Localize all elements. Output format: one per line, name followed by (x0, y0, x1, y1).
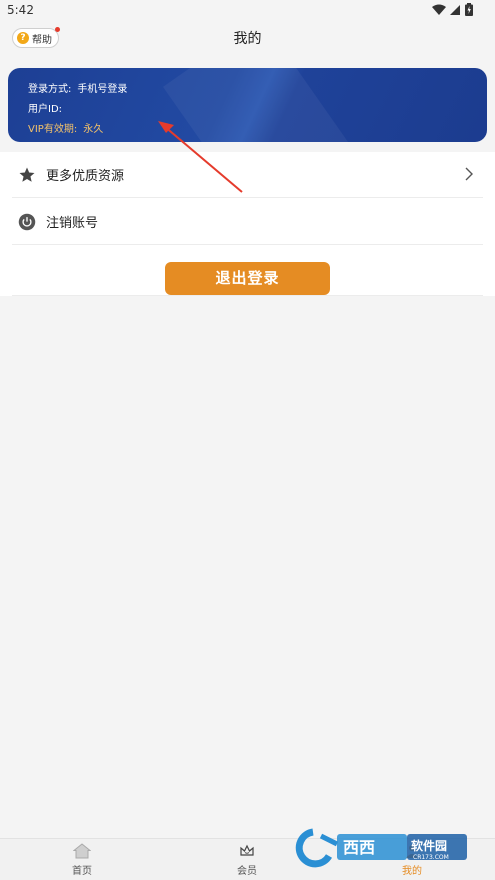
power-icon (18, 213, 36, 230)
user-id-label: 用户ID: (28, 104, 63, 115)
tab-home[interactable]: 首页 (42, 843, 122, 877)
vip-expiry-line: VIP有效期: 永久 (28, 120, 103, 135)
status-time: 5:42 (7, 3, 34, 17)
vip-expiry-value: 永久 (83, 124, 104, 135)
chevron-right-icon (465, 167, 473, 181)
star-icon (19, 167, 35, 182)
tab-label: 首页 (72, 866, 92, 877)
svg-text:软件园: 软件园 (411, 838, 447, 853)
page-title: 我的 (233, 31, 262, 47)
vip-crown-icon (240, 844, 254, 856)
vip-expiry-label: VIP有效期: (28, 124, 78, 135)
menu-item-label: 注销账号 (46, 216, 99, 231)
tab-vip[interactable]: 会员 (207, 843, 287, 877)
logout-row: 退出登录 (12, 250, 483, 296)
annotation-arrow (158, 121, 243, 193)
watermark-logo: 西西 软件园 CR173.COM (295, 828, 467, 868)
menu-item-delete-account[interactable]: 注销账号 (12, 199, 483, 245)
wifi-icon (432, 4, 446, 15)
battery-icon (465, 3, 473, 16)
login-method-label: 登录方式: (28, 84, 72, 95)
login-method-line: 登录方式: 手机号登录 (28, 80, 127, 95)
logout-button[interactable]: 退出登录 (165, 262, 330, 295)
home-icon (73, 843, 91, 859)
login-method-value: 手机号登录 (77, 84, 128, 95)
menu-item-label: 更多优质资源 (46, 169, 125, 184)
svg-text:CR173.COM: CR173.COM (413, 854, 449, 861)
tab-label: 会员 (237, 866, 257, 877)
user-id-line: 用户ID: (28, 100, 68, 115)
signal-icon (450, 4, 460, 15)
top-bar: ? 帮助 我的 (0, 22, 495, 54)
status-icons (432, 3, 473, 16)
svg-text:西西: 西西 (343, 838, 375, 857)
status-bar: 5:42 (0, 0, 495, 22)
